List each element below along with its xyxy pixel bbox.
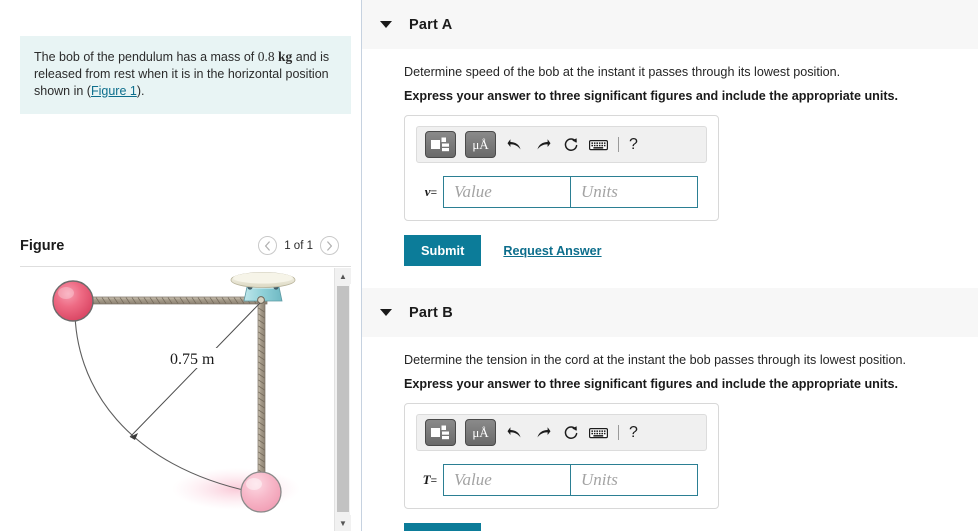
redo-button[interactable] bbox=[533, 135, 552, 155]
caret-down-icon[interactable] bbox=[380, 21, 392, 28]
part-b-value-input[interactable] bbox=[443, 464, 571, 496]
part-b-instruction: Express your answer to three significant… bbox=[404, 377, 899, 391]
caret-down-icon[interactable] bbox=[380, 309, 392, 316]
part-a-section: Part A Determine speed of the bob at the… bbox=[362, 0, 978, 266]
figure-navigation: 1 of 1 bbox=[258, 236, 339, 255]
part-b-input-row: T= bbox=[416, 464, 707, 496]
part-b-equals: = bbox=[430, 475, 437, 487]
math-template-icon bbox=[431, 425, 449, 440]
page-root: The bob of the pendulum has a mass of 0.… bbox=[0, 0, 978, 531]
reset-circular-arrow-icon bbox=[564, 425, 577, 439]
keyboard-icon bbox=[589, 427, 608, 438]
undo-button[interactable] bbox=[505, 135, 524, 155]
help-button[interactable]: ? bbox=[629, 424, 638, 441]
undo-arrow-icon bbox=[507, 138, 520, 149]
figure-next-button[interactable] bbox=[320, 236, 339, 255]
undo-arrow-icon bbox=[507, 426, 520, 437]
redo-arrow-icon bbox=[537, 426, 550, 437]
part-b-header[interactable]: Part B bbox=[362, 288, 978, 337]
units-button[interactable]: μÅ bbox=[465, 131, 496, 158]
part-b-actions: Submit Request Answer bbox=[404, 523, 978, 531]
reset-circular-arrow-icon bbox=[564, 137, 577, 151]
dimension-label: 0.75 m bbox=[170, 351, 215, 368]
figure-1-link[interactable]: Figure 1 bbox=[91, 84, 137, 98]
part-a-input-row: v= bbox=[416, 176, 707, 208]
part-b-question: Determine the tension in the cord at the… bbox=[404, 353, 906, 367]
reset-button[interactable] bbox=[561, 423, 580, 443]
redo-arrow-icon bbox=[537, 138, 550, 149]
math-template-button[interactable] bbox=[425, 419, 456, 446]
right-pane: Part A Determine speed of the bob at the… bbox=[362, 0, 978, 531]
part-b-variable: T bbox=[422, 472, 431, 487]
figure-prev-button[interactable] bbox=[258, 236, 278, 255]
part-b-variable-label: T= bbox=[416, 472, 443, 488]
reset-button[interactable] bbox=[561, 135, 580, 155]
part-a-equals: = bbox=[430, 187, 437, 199]
part-a-body: Determine speed of the bob at the instan… bbox=[362, 49, 978, 266]
part-a-instruction: Express your answer to three significant… bbox=[404, 89, 899, 103]
part-b-section: Part B Determine the tension in the cord… bbox=[362, 288, 978, 531]
undo-button[interactable] bbox=[505, 423, 524, 443]
part-a-submit-button[interactable]: Submit bbox=[404, 235, 482, 266]
part-a-units-input[interactable] bbox=[571, 176, 698, 208]
math-template-icon bbox=[431, 137, 449, 152]
part-a-value-input[interactable] bbox=[443, 176, 571, 208]
left-pane: The bob of the pendulum has a mass of 0.… bbox=[0, 0, 362, 531]
part-a-actions: Submit Request Answer bbox=[404, 235, 978, 266]
part-a-question: Determine speed of the bob at the instan… bbox=[404, 65, 841, 79]
problem-mass-unit: kg bbox=[278, 49, 293, 64]
keyboard-button[interactable] bbox=[589, 423, 608, 443]
problem-text-1: The bob of the pendulum has a mass of bbox=[34, 50, 258, 64]
part-b-submit-button[interactable]: Submit bbox=[404, 523, 482, 531]
problem-mass-value: 0.8 bbox=[257, 49, 275, 64]
help-button[interactable]: ? bbox=[629, 136, 638, 153]
figure-canvas: 0.75 m bbox=[20, 268, 333, 531]
part-a-answer-card: μÅ ? v= Value Units bbox=[404, 115, 719, 221]
figure-scrollbar-thumb[interactable] bbox=[337, 286, 349, 512]
math-template-button[interactable] bbox=[425, 131, 456, 158]
pendulum-diagram: 0.75 m bbox=[52, 272, 300, 513]
part-b-answer-card: μÅ ? T= Value Units bbox=[404, 403, 719, 509]
part-b-title: Part B bbox=[409, 304, 453, 321]
part-b-math-toolbar: μÅ ? bbox=[416, 414, 707, 451]
toolbar-divider bbox=[618, 137, 619, 152]
keyboard-icon bbox=[589, 139, 608, 150]
part-b-units-input[interactable] bbox=[571, 464, 698, 496]
chevron-left-icon bbox=[265, 240, 271, 251]
part-a-request-answer-link[interactable]: Request Answer bbox=[503, 244, 601, 258]
redo-button[interactable] bbox=[533, 423, 552, 443]
figure-scroll-up-button[interactable]: ▲ bbox=[335, 268, 351, 284]
figure-counter: 1 of 1 bbox=[284, 239, 313, 252]
figure-scroll-down-button[interactable]: ▼ bbox=[335, 515, 351, 531]
problem-statement: The bob of the pendulum has a mass of 0.… bbox=[20, 36, 351, 114]
units-button[interactable]: μÅ bbox=[465, 419, 496, 446]
figure-header: Figure 1 of 1 bbox=[20, 236, 351, 262]
part-a-math-toolbar: μÅ ? bbox=[416, 126, 707, 163]
figure-scrollbar[interactable]: ▲ ▼ bbox=[334, 268, 351, 531]
figure-divider bbox=[20, 266, 351, 267]
part-a-title: Part A bbox=[409, 16, 453, 33]
keyboard-button[interactable] bbox=[589, 135, 608, 155]
chevron-right-icon bbox=[327, 240, 333, 251]
part-a-header[interactable]: Part A bbox=[362, 0, 978, 49]
toolbar-divider bbox=[618, 425, 619, 440]
problem-text-3: ). bbox=[136, 84, 145, 98]
figure-title: Figure bbox=[20, 238, 65, 254]
part-b-body: Determine the tension in the cord at the… bbox=[362, 337, 978, 531]
part-a-variable-label: v= bbox=[416, 184, 443, 200]
